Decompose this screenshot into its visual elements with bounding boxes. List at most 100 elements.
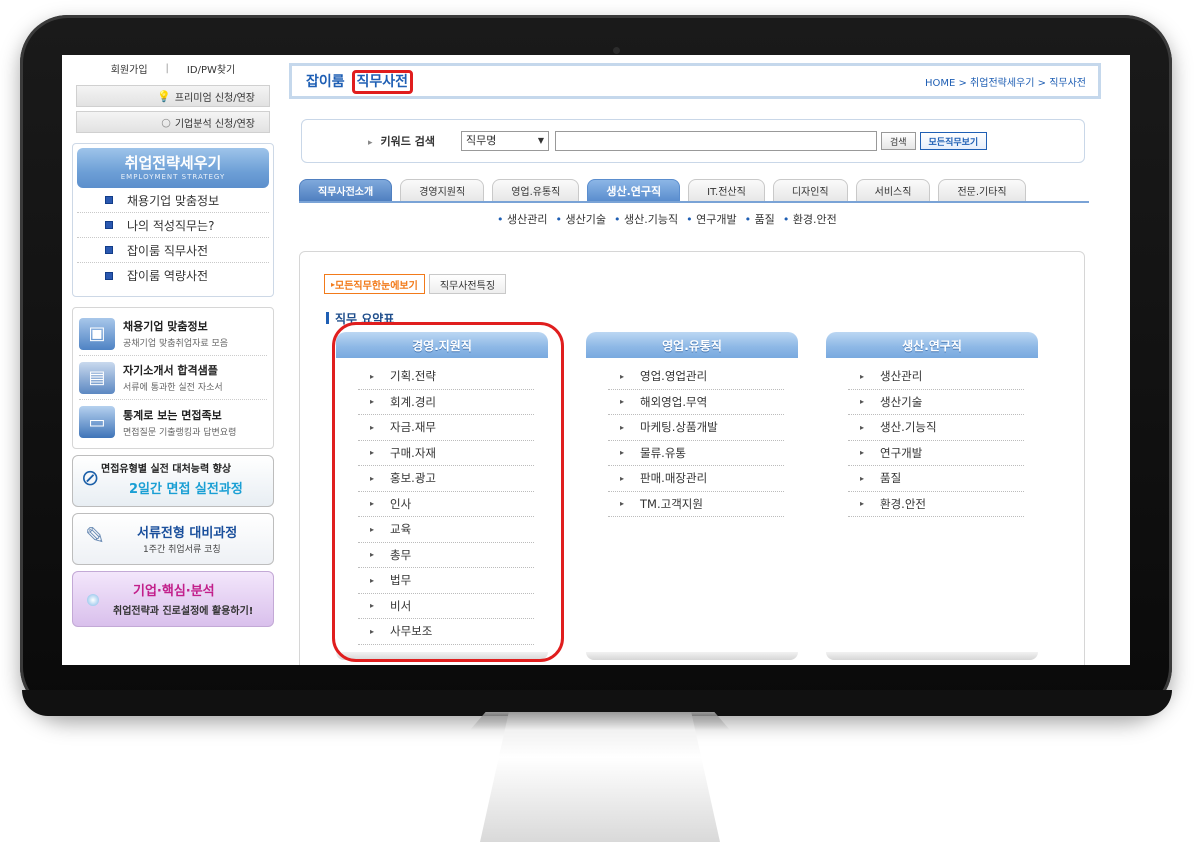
page-title: 잡이룸 직무사전 — [292, 70, 414, 94]
tab-design[interactable]: 디자인직 — [772, 179, 848, 201]
promo-desc: 서류에 통과한 실전 자소서 — [123, 383, 223, 393]
strategy-title: 취업전략세우기 — [124, 154, 222, 172]
document-icon: ✎ — [85, 522, 106, 550]
list-item[interactable]: ▸ 품질 — [848, 466, 1024, 492]
tab-service[interactable]: 서비스직 — [855, 179, 931, 201]
subnav-item[interactable]: 환경.안전 — [783, 211, 837, 227]
strategy-banner[interactable]: 취업전략세우기 EMPLOYMENT STRATEGY — [77, 148, 269, 188]
lightbulb-icon: 💡 — [157, 89, 171, 103]
arrow-bullet-icon: ▸ — [860, 448, 865, 458]
square-bullet-icon — [105, 221, 113, 229]
list-item[interactable]: ▸ 물류.유통 — [608, 441, 784, 466]
strategy-item-label: 잡이룸 역량사전 — [127, 269, 209, 283]
list-item[interactable]: ▸ 영업.영업관리 — [608, 364, 784, 390]
list-item[interactable]: ▸ 생산.기능직 — [848, 415, 1024, 441]
highlight-circle — [332, 322, 564, 662]
breadcrumb[interactable]: HOME > 취업전략세우기 > 직무사전 — [925, 74, 1086, 89]
subnav-item[interactable]: 생산.기능직 — [614, 211, 678, 227]
search-type-value: 직무명 — [465, 134, 497, 147]
find-id-link[interactable]: ID/PW찾기 — [187, 61, 235, 76]
arrow-bullet-icon: ▸ — [620, 371, 625, 381]
column-footer — [586, 652, 798, 660]
list-item-label: 생산기술 — [880, 394, 923, 409]
arrow-bullet-icon: ▸ — [860, 371, 865, 381]
interview-banner-line1: 면접유형별 실전 대처능력 향상 — [101, 464, 232, 475]
subnav-item[interactable]: 품질 — [745, 211, 775, 227]
login-separator: | — [165, 62, 169, 74]
list-item[interactable]: ▸ 마케팅.상품개발 — [608, 415, 784, 441]
column-header[interactable]: 영업.유통직 — [586, 332, 798, 358]
arrow-bullet-icon: ▸ — [860, 473, 865, 483]
search-label: 키워드 검색 — [368, 133, 435, 149]
subnav-item[interactable]: 생산기술 — [555, 211, 605, 227]
tv-icon: ▣ — [79, 317, 115, 350]
tab-intro[interactable]: 직무사전소개 — [299, 179, 393, 201]
list-item[interactable]: ▸ 해외영업.무역 — [608, 390, 784, 415]
search-button[interactable]: 검색 — [880, 132, 916, 150]
strategy-item[interactable]: 채용기업 맞춤정보 — [77, 188, 269, 213]
promo-item[interactable]: ▣ 채용기업 맞춤정보 공채기업 맞춤취업자료 모음 — [79, 312, 267, 356]
promo-desc: 공채기업 맞춤취업자료 모음 — [123, 339, 229, 349]
analysis-banner-line2: 취업전략과 진로설정에 활용하기! — [113, 606, 254, 617]
category-tabs: 직무사전소개 경영지원직 영업.유통직 생산.연구직 IT.전산직 디자인직 서… — [299, 179, 1089, 203]
tab-it[interactable]: IT.전산직 — [688, 179, 765, 201]
analysis-banner[interactable]: 기업·핵심·분석 취업전략과 진로설정에 활용하기! — [72, 571, 274, 627]
monitor-icon: ▭ — [79, 406, 115, 438]
dictionary-features-tab[interactable]: 직무사전특징 — [428, 274, 507, 294]
screen: 회원가입 | ID/PW찾기 💡 프리미엄 신청/연장 ○ 기업분석 신청/연장… — [62, 55, 1130, 665]
list-item-label: TM.고객지원 — [640, 496, 703, 511]
column-list: ▸ 생산관리 ▸ 생산기술 ▸ 생산.기능직 ▸ 연구개발 ▸ 품질 ▸ 환경.안전 — [826, 358, 1038, 517]
analysis-banner-line1: 기업·핵심·분석 — [133, 584, 215, 599]
list-item[interactable]: ▸ TM.고객지원 — [608, 492, 784, 517]
promo-item[interactable]: ▭ 통계로 보는 면접족보 면접질문 기출랭킹과 답변요령 — [79, 400, 267, 444]
main-content: 잡이룸 직무사전 HOME > 취업전략세우기 > 직무사전 키워드 검색 직무… — [287, 55, 1127, 665]
strategy-item[interactable]: 잡이룸 직무사전 — [77, 238, 269, 263]
arrow-bullet-icon: ▸ — [620, 448, 625, 458]
strategy-item[interactable]: 나의 적성직무는? — [77, 213, 269, 238]
strategy-item-label: 나의 적성직무는? — [127, 218, 215, 233]
analysis-button[interactable]: ○ 기업분석 신청/연장 — [76, 111, 270, 133]
tab-management[interactable]: 경영지원직 — [400, 179, 485, 201]
list-item-label: 물류.유통 — [640, 445, 686, 460]
circle-icon: ○ — [161, 115, 171, 129]
strategy-item[interactable]: 잡이룸 역량사전 — [77, 263, 269, 288]
list-item[interactable]: ▸ 연구개발 — [848, 441, 1024, 466]
document-course-banner[interactable]: ✎ 서류전형 대비과정 1주간 취업서류 코칭 — [72, 513, 274, 565]
list-item-label: 판매.매장관리 — [640, 471, 708, 486]
list-item[interactable]: ▸ 생산관리 — [848, 364, 1024, 390]
view-all-jobs-tab[interactable]: 모든직무한눈에보기 — [324, 274, 425, 294]
strategy-menu: 취업전략세우기 EMPLOYMENT STRATEGY 채용기업 맞춤정보 나의… — [72, 143, 274, 297]
arrow-bullet-icon: ▸ — [620, 499, 625, 509]
list-item[interactable]: ▸ 환경.안전 — [848, 492, 1024, 517]
camera-dot — [613, 47, 620, 54]
square-bullet-icon — [105, 196, 113, 204]
tab-professional[interactable]: 전문.기타직 — [938, 179, 1026, 201]
arrow-bullet-icon: ▸ — [860, 499, 865, 509]
search-input[interactable] — [554, 131, 877, 151]
sub-navigation: 생산관리 생산기술 생산.기능직 연구개발 품질 환경.안전 — [497, 211, 837, 227]
square-bullet-icon — [105, 271, 113, 280]
subnav-item[interactable]: 연구개발 — [686, 211, 736, 227]
strategy-subtitle: EMPLOYMENT STRATEGY — [120, 173, 226, 181]
bubble-icon — [87, 594, 99, 606]
strategy-item-label: 채용기업 맞춤정보 — [127, 193, 220, 208]
interview-course-banner[interactable]: ⊘ 면접유형별 실전 대처능력 향상 2일간 면접 실전과정 — [72, 455, 274, 507]
search-type-select[interactable]: 직무명 ▼ — [460, 131, 549, 151]
view-all-button[interactable]: 모든직무보기 — [919, 132, 988, 150]
arrow-bullet-icon: ▸ — [860, 422, 865, 432]
analysis-label: 기업분석 신청/연장 — [174, 118, 255, 130]
list-item-label: 환경.안전 — [880, 496, 926, 511]
join-link[interactable]: 회원가입 — [111, 61, 148, 76]
list-item[interactable]: ▸ 판매.매장관리 — [608, 466, 784, 492]
premium-button[interactable]: 💡 프리미엄 신청/연장 — [76, 85, 270, 107]
column-footer — [826, 652, 1038, 660]
tab-sales[interactable]: 영업.유통직 — [492, 179, 580, 201]
tab-production[interactable]: 생산.연구직 — [587, 179, 681, 201]
stand-shadow — [470, 712, 730, 730]
chevron-down-icon: ▼ — [537, 136, 544, 145]
list-item[interactable]: ▸ 생산기술 — [848, 390, 1024, 415]
promo-item[interactable]: ▤ 자기소개서 합격샘플 서류에 통과한 실전 자소서 — [79, 356, 267, 400]
subnav-item[interactable]: 생산관리 — [497, 211, 547, 227]
column-header[interactable]: 생산.연구직 — [826, 332, 1038, 358]
list-item-label: 연구개발 — [880, 445, 923, 460]
